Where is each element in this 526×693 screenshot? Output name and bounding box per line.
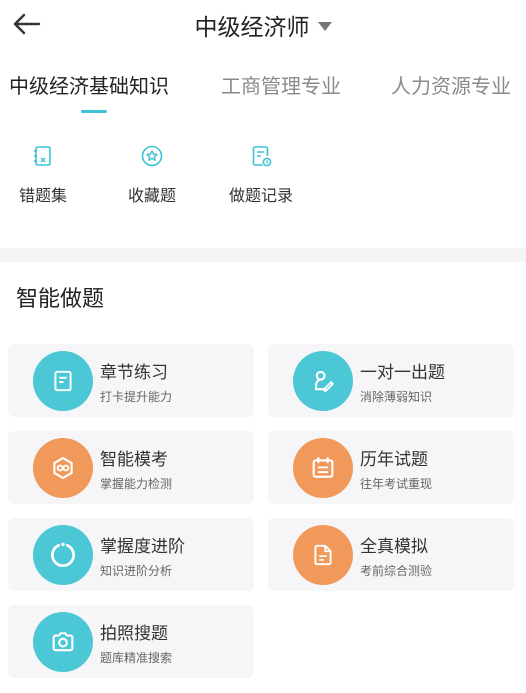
active-tab-indicator — [81, 110, 107, 113]
subject-tabs: 中级经济基础知识 工商管理专业 人力资源专业 — [0, 66, 526, 116]
calendar-icon — [312, 457, 334, 478]
document-icon — [54, 370, 72, 392]
card-subtitle: 题库精准搜索 — [100, 651, 173, 665]
card-subtitle: 消除薄弱知识 — [360, 390, 433, 404]
person-pen-icon — [314, 370, 334, 392]
tab-human-resources[interactable]: 人力资源专业 — [391, 70, 511, 99]
card-icon-bg — [33, 438, 93, 498]
card-title: 章节练习 — [100, 363, 168, 383]
smart-brain-icon — [53, 457, 73, 479]
wrong-questions-label: 错题集 — [18, 186, 67, 205]
card-icon-bg — [33, 525, 93, 585]
card-title: 一对一出题 — [360, 363, 445, 383]
card-icon-bg — [293, 525, 353, 585]
card-title: 掌握度进阶 — [100, 537, 185, 557]
card-icon-bg — [293, 351, 353, 411]
card-title: 全真模拟 — [360, 537, 428, 557]
practice-records-label: 做题记录 — [228, 186, 293, 205]
card-icon-bg — [33, 351, 93, 411]
mastery-advance-card[interactable]: 掌握度进阶 知识进阶分析 — [8, 518, 254, 591]
card-subtitle: 知识进阶分析 — [100, 564, 173, 578]
card-subtitle: 打卡提升能力 — [100, 390, 173, 404]
card-title: 历年试题 — [360, 450, 428, 470]
favorites-label: 收藏题 — [127, 186, 176, 205]
title-dropdown[interactable]: 中级经济师 — [0, 8, 526, 42]
star-circle-icon — [141, 145, 163, 167]
camera-icon — [52, 632, 74, 652]
page-title: 中级经济师 — [194, 15, 310, 41]
tab-business-management[interactable]: 工商管理专业 — [221, 70, 341, 99]
header-bar: 中级经济师 — [0, 0, 526, 52]
smart-mock-exam-card[interactable]: 智能模考 掌握能力检测 — [8, 431, 254, 504]
one-on-one-card[interactable]: 一对一出题 消除薄弱知识 — [268, 344, 514, 417]
card-icon-bg — [33, 612, 93, 672]
practice-records-button[interactable]: 做题记录 — [206, 144, 316, 206]
record-doc-icon — [252, 146, 272, 167]
section-divider — [0, 248, 526, 262]
card-icon-bg — [293, 438, 353, 498]
progress-ring-icon — [51, 542, 75, 568]
full-simulation-card[interactable]: 全真模拟 考前综合测验 — [268, 518, 514, 591]
section-title: 智能做题 — [16, 287, 105, 312]
card-subtitle: 掌握能力检测 — [100, 477, 173, 491]
wrong-notebook-icon — [34, 146, 51, 166]
card-subtitle: 往年考试重现 — [360, 477, 433, 491]
wrong-questions-button[interactable]: 错题集 — [0, 144, 98, 206]
card-title: 智能模考 — [100, 450, 168, 470]
card-title: 拍照搜题 — [100, 624, 168, 644]
caret-down-icon — [317, 21, 332, 31]
chapter-practice-card[interactable]: 章节练习 打卡提升能力 — [8, 344, 254, 417]
past-exams-card[interactable]: 历年试题 往年考试重现 — [268, 431, 514, 504]
card-subtitle: 考前综合测验 — [360, 564, 433, 578]
tab-economic-basics[interactable]: 中级经济基础知识 — [9, 70, 169, 99]
file-icon — [314, 544, 332, 566]
favorites-button[interactable]: 收藏题 — [97, 144, 207, 206]
photo-search-card[interactable]: 拍照搜题 题库精准搜索 — [8, 605, 254, 678]
